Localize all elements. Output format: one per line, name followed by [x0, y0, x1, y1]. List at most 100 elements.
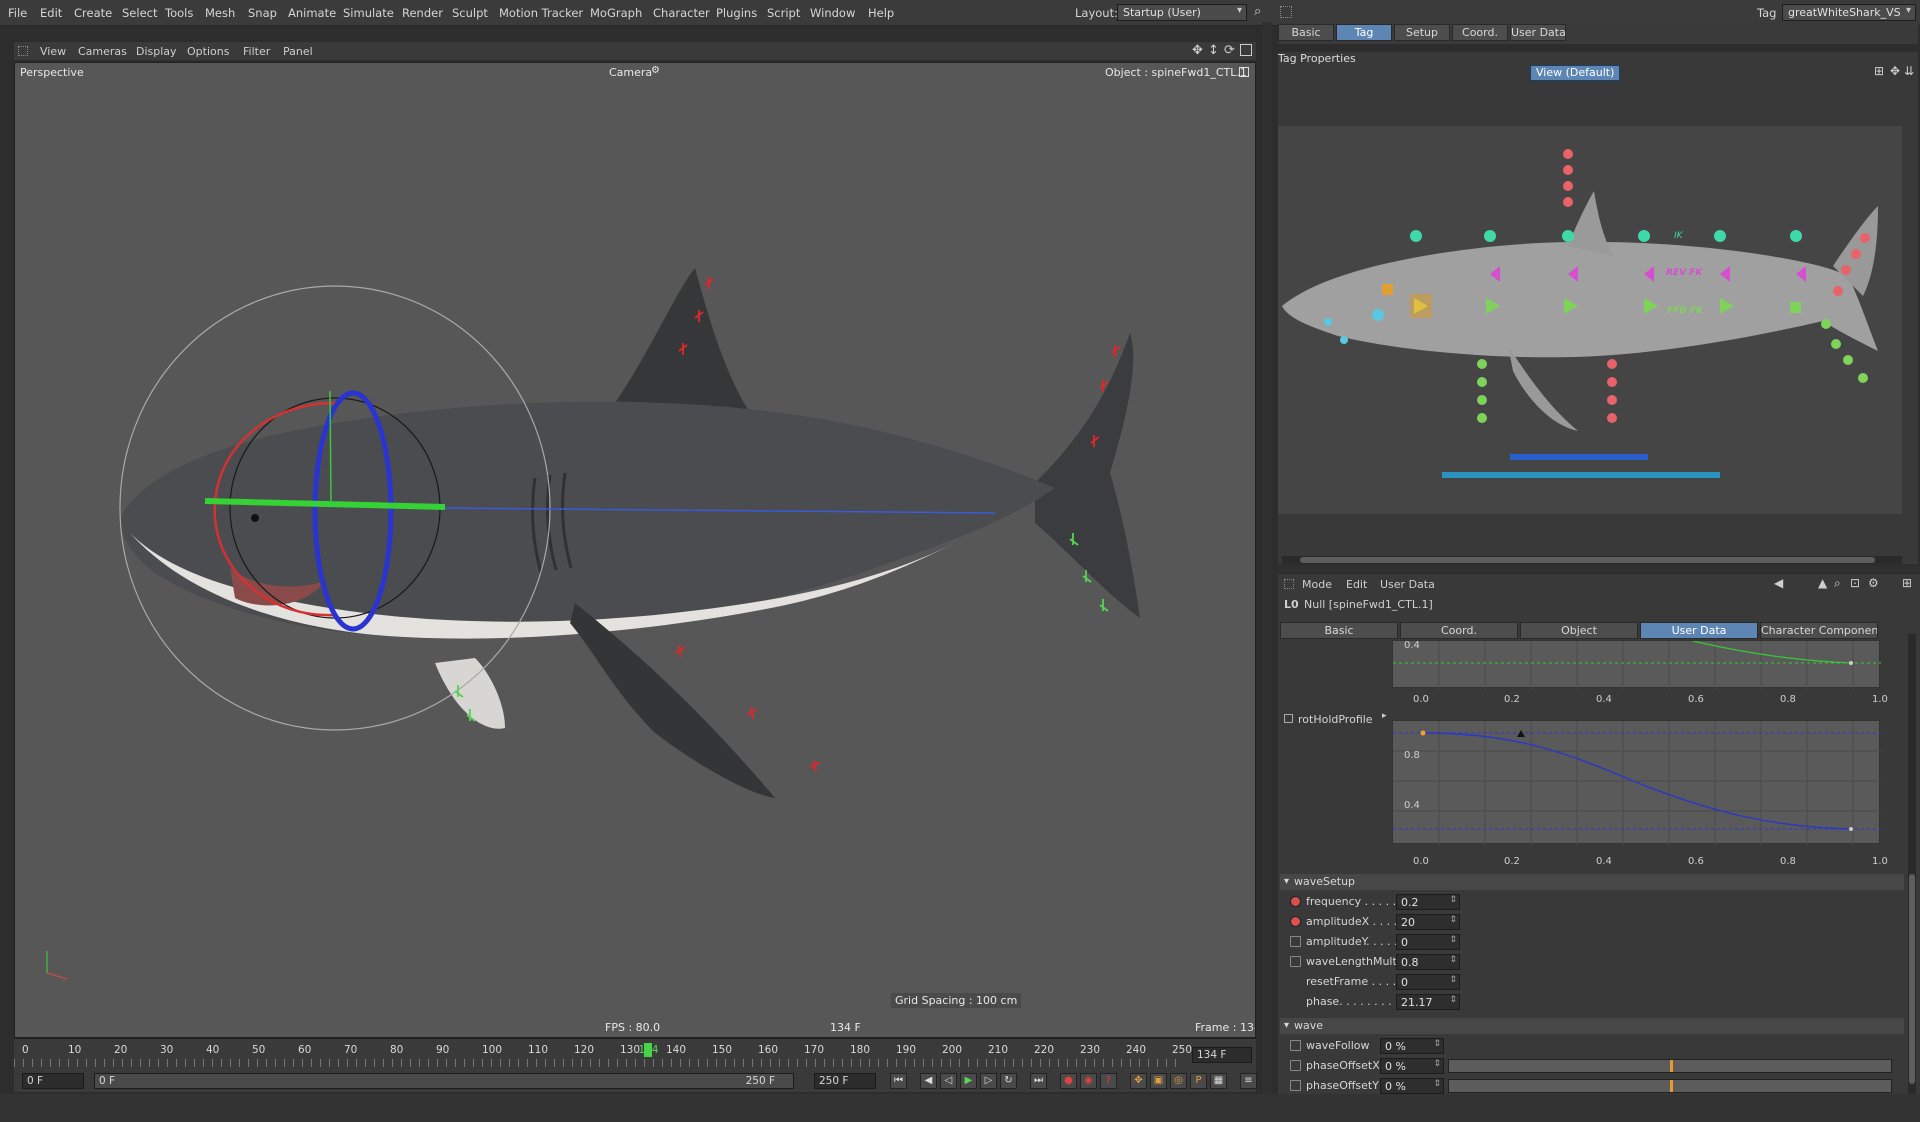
- next-frame-button[interactable]: ▷: [980, 1073, 997, 1089]
- menu-render[interactable]: Render: [402, 6, 443, 20]
- viewport-menu-cameras[interactable]: Cameras: [78, 45, 127, 58]
- menu-sculpt[interactable]: Sculpt: [452, 6, 488, 20]
- dorsal-fin-controls[interactable]: [1563, 149, 1573, 207]
- phaseoffsetx-slider-handle[interactable]: [1670, 1060, 1673, 1072]
- picker-canvas[interactable]: [1278, 126, 1902, 514]
- tab-tag[interactable]: Tag: [1336, 24, 1392, 41]
- menu-mograph[interactable]: MoGraph: [590, 6, 642, 20]
- rotate-view-icon[interactable]: ⟳: [1224, 43, 1235, 58]
- attr-menu-user-data[interactable]: User Data: [1380, 578, 1435, 591]
- phaseoffsetx-slider[interactable]: [1448, 1059, 1892, 1073]
- range-slider[interactable]: 0 F 250 F: [94, 1073, 794, 1089]
- head-control[interactable]: [1382, 284, 1393, 295]
- character-picker[interactable]: IK REV FK FFD FK: [1278, 126, 1902, 514]
- menu-help[interactable]: Help: [868, 6, 894, 20]
- wavefollow-field[interactable]: 0 %: [1380, 1038, 1444, 1054]
- viewport-menu-options[interactable]: Options: [187, 45, 229, 58]
- menu-select[interactable]: Select: [122, 6, 157, 20]
- lock-icon[interactable]: ⊡: [1850, 576, 1860, 590]
- amplitudey-keyframe-icon[interactable]: [1290, 936, 1301, 947]
- prev-frame-button[interactable]: ◁: [940, 1073, 957, 1089]
- attr-menu-mode[interactable]: Mode: [1302, 578, 1332, 591]
- attr-tab-basic[interactable]: Basic: [1280, 622, 1398, 639]
- menu-simulate[interactable]: Simulate: [343, 6, 394, 20]
- timeline-ruler[interactable]: 0102030405060708090100110120130134140150…: [14, 1038, 1256, 1070]
- phaseoffsety-keyframe-icon[interactable]: [1290, 1080, 1301, 1091]
- picker-scroll-thumb[interactable]: [1300, 557, 1875, 563]
- settings-icon[interactable]: ⚙: [1868, 576, 1879, 590]
- end-frame-field[interactable]: 134 F: [1192, 1047, 1252, 1063]
- search-attr-icon[interactable]: ⌕: [1834, 576, 1841, 591]
- go-start-button[interactable]: ⏮: [890, 1073, 907, 1089]
- prev-key-button[interactable]: ◀: [920, 1073, 937, 1089]
- start-frame-field[interactable]: 0 F: [22, 1073, 84, 1089]
- wavelength-keyframe-icon[interactable]: [1290, 956, 1301, 967]
- viewport-menu-filter[interactable]: Filter: [243, 45, 270, 58]
- timeline-menu-icon[interactable]: ≡: [1240, 1073, 1257, 1089]
- vertical-splitter[interactable]: [1262, 22, 1272, 1094]
- pectoral-controls-red[interactable]: [1607, 359, 1617, 423]
- viewport-grip-icon[interactable]: [18, 46, 28, 56]
- amplitudey-field[interactable]: 0: [1396, 934, 1460, 950]
- resetframe-field[interactable]: 0: [1396, 974, 1460, 990]
- attr-scrollbar[interactable]: [1908, 634, 1916, 1094]
- amplitudex-field[interactable]: 20: [1396, 914, 1460, 930]
- tab-setup[interactable]: Setup: [1394, 24, 1450, 41]
- menu-create[interactable]: Create: [74, 6, 112, 20]
- panel-grip-icon[interactable]: [1280, 6, 1292, 18]
- attr-grip-icon[interactable]: [1284, 579, 1294, 589]
- rotation-key-icon[interactable]: ◎: [1170, 1073, 1187, 1089]
- record-key-button[interactable]: ●: [1060, 1073, 1077, 1089]
- position-key-icon[interactable]: ✥: [1130, 1073, 1147, 1089]
- frequency-keyframe-icon[interactable]: [1290, 896, 1301, 907]
- menu-window[interactable]: Window: [810, 6, 855, 20]
- menu-motion-tracker[interactable]: Motion Tracker: [499, 6, 583, 20]
- attr-menu-edit[interactable]: Edit: [1346, 578, 1367, 591]
- new-manager-icon[interactable]: ⊞: [1902, 576, 1912, 590]
- move-view-icon[interactable]: ✥: [1192, 43, 1203, 58]
- playhead-marker[interactable]: [644, 1043, 652, 1057]
- wavelength-field[interactable]: 0.8: [1396, 954, 1460, 970]
- profile-expand-icon[interactable]: ▸: [1382, 711, 1387, 721]
- menu-tools[interactable]: Tools: [165, 6, 193, 20]
- picker-scrollbar[interactable]: [1282, 556, 1902, 564]
- attr-tab-coord[interactable]: Coord.: [1400, 622, 1518, 639]
- attr-tab-character-component[interactable]: Character Component: [1760, 622, 1878, 639]
- cursor-icon[interactable]: ▲: [1818, 576, 1827, 590]
- pectoral-controls-green[interactable]: [1477, 359, 1487, 423]
- autokey-button[interactable]: ◉: [1080, 1073, 1097, 1089]
- phaseoffsety-field[interactable]: 0 %: [1380, 1078, 1444, 1094]
- play-button[interactable]: ▶: [960, 1073, 977, 1089]
- profile-graph-upper[interactable]: [1392, 640, 1881, 689]
- param-key-icon[interactable]: P: [1190, 1073, 1207, 1089]
- tab-basic[interactable]: Basic: [1278, 24, 1334, 41]
- phase-field[interactable]: 21.17: [1396, 994, 1460, 1010]
- search-icon[interactable]: ⌕: [1254, 4, 1261, 19]
- pla-key-icon[interactable]: ▦: [1210, 1073, 1227, 1089]
- viewport-menu-panel[interactable]: Panel: [283, 45, 313, 58]
- picker-bar-cyan[interactable]: [1442, 472, 1720, 478]
- wave-setup-header[interactable]: waveSetup: [1280, 874, 1904, 890]
- menu-animate[interactable]: Animate: [288, 6, 336, 20]
- tag-dropdown[interactable]: greatWhiteShark_VS: [1782, 4, 1916, 21]
- frequency-field[interactable]: 0.2: [1396, 894, 1460, 910]
- wave-header[interactable]: wave: [1280, 1018, 1904, 1034]
- viewport-menu-view[interactable]: View: [40, 45, 66, 58]
- menu-file[interactable]: File: [8, 6, 27, 20]
- amplitudex-keyframe-icon[interactable]: [1290, 916, 1301, 927]
- menu-script[interactable]: Script: [767, 6, 800, 20]
- profile-anim-icon[interactable]: [1284, 714, 1293, 723]
- pan-view-icon[interactable]: ✥: [1890, 64, 1900, 78]
- add-view-icon[interactable]: ⊞: [1874, 64, 1884, 78]
- view-default-button[interactable]: View (Default): [1530, 65, 1621, 81]
- max-frame-field[interactable]: 250 F: [814, 1073, 876, 1089]
- menu-plugins[interactable]: Plugins: [716, 6, 757, 20]
- layout-dropdown[interactable]: Startup (User): [1117, 4, 1247, 21]
- menu-character[interactable]: Character: [653, 6, 710, 20]
- wavefollow-keyframe-icon[interactable]: [1290, 1040, 1301, 1051]
- profile-graph[interactable]: [1392, 720, 1881, 845]
- maximize-view-icon[interactable]: [1240, 44, 1252, 56]
- go-end-button[interactable]: ⏭: [1030, 1073, 1047, 1089]
- phaseoffsetx-keyframe-icon[interactable]: [1290, 1060, 1301, 1071]
- keyframe-selection-button[interactable]: ?: [1100, 1073, 1117, 1089]
